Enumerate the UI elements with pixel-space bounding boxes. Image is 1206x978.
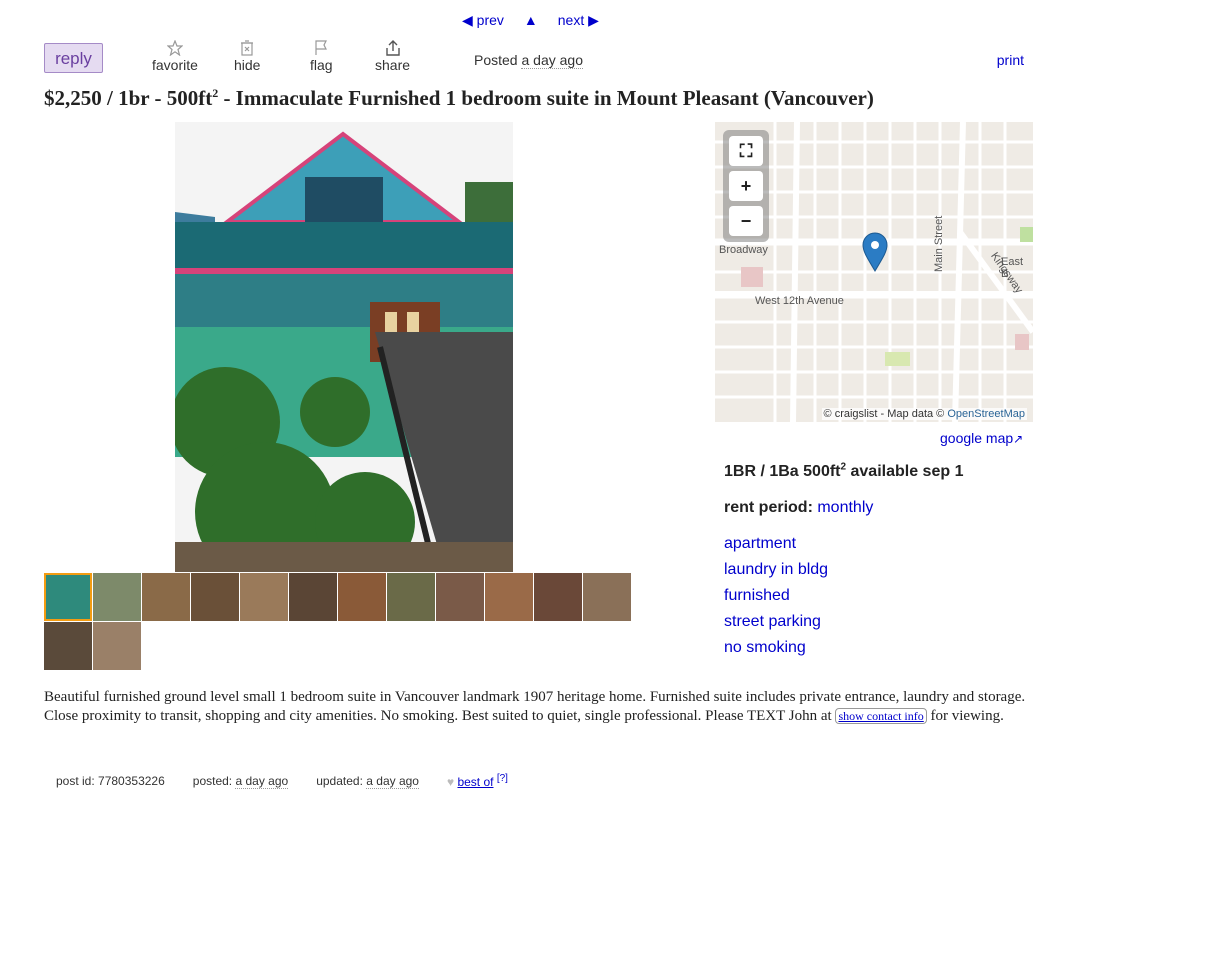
updated-date: updated: a day ago (316, 774, 419, 789)
map-controls: ⛶ + − (723, 130, 769, 242)
thumbnail[interactable] (240, 573, 288, 621)
fullscreen-icon[interactable]: ⛶ (729, 136, 763, 166)
thumbnail[interactable] (436, 573, 484, 621)
attribute-list: apartment laundry in bldg furnished stre… (724, 535, 963, 657)
share-label: share (375, 57, 411, 73)
thumbnail[interactable] (93, 622, 141, 670)
body-text-end: for viewing. (926, 708, 1004, 724)
thumbnail[interactable] (44, 573, 92, 621)
rent-period-value[interactable]: monthly (817, 499, 873, 516)
thumbnail[interactable] (44, 622, 92, 670)
map-marker-icon (862, 232, 888, 272)
housing-summary: 1BR / 1Ba 500ft2 available sep 1 (724, 462, 963, 481)
thumbnail[interactable] (485, 573, 533, 621)
favorite-button[interactable]: favorite (152, 40, 198, 73)
best-of: ♥ best of [?] (447, 773, 508, 789)
map-label-main-street: Main Street (933, 215, 945, 272)
location-map[interactable]: Broadway West 12th Avenue Main Street Ki… (715, 122, 1033, 422)
attribute-furnished[interactable]: furnished (724, 587, 963, 605)
google-map-label: google map (940, 430, 1014, 446)
attribution-text: © craigslist - Map data © (823, 408, 945, 420)
attribute-apartment[interactable]: apartment (724, 535, 963, 553)
best-of-link[interactable]: best of (457, 775, 493, 789)
title-location: (Vancouver) (758, 86, 874, 110)
posting-body: Beautiful furnished ground level small 1… (44, 688, 1029, 726)
rent-period-label: rent period: (724, 499, 813, 517)
map-attribution: © craigslist - Map data © OpenStreetMap (821, 408, 1027, 420)
external-link-icon: ↗ (1013, 432, 1024, 446)
title-text: - Immaculate Furnished 1 bedroom suite i… (218, 86, 759, 110)
attribute-smoking[interactable]: no smoking (724, 639, 963, 657)
openstreetmap-link[interactable]: OpenStreetMap (947, 408, 1025, 420)
zoom-out-icon[interactable]: − (729, 206, 763, 236)
thumbnail[interactable] (289, 573, 337, 621)
thumbnail[interactable] (93, 573, 141, 621)
flag-button[interactable]: flag (310, 40, 333, 73)
posting-info: post id: 7780353226 posted: a day ago up… (56, 773, 508, 789)
attribute-group: 1BR / 1Ba 500ft2 available sep 1 rent pe… (724, 462, 963, 665)
updated-value: a day ago (366, 774, 419, 789)
updated-label: updated: (316, 774, 363, 788)
next-link[interactable]: next ▶ (558, 12, 599, 29)
reply-button[interactable]: reply (44, 43, 103, 73)
star-icon (166, 40, 183, 56)
rent-period: rent period: monthly (724, 499, 963, 517)
map-label-12th-avenue: West 12th Avenue (755, 295, 844, 307)
favorite-label: favorite (152, 57, 198, 73)
thumbnail[interactable] (534, 573, 582, 621)
map-label-broadway: Broadway (719, 244, 768, 256)
share-icon (385, 40, 400, 56)
show-contact-info-button[interactable]: show contact info (835, 708, 927, 724)
posted-date: posted: a day ago (192, 774, 289, 789)
hide-label: hide (234, 57, 261, 73)
flag-label: flag (310, 57, 333, 73)
thumbnail[interactable] (191, 573, 239, 621)
posted-prefix: Posted (474, 52, 518, 68)
prev-link[interactable]: ◀ prev (462, 12, 504, 29)
thumbnail[interactable] (142, 573, 190, 621)
thumbnail[interactable] (338, 573, 386, 621)
print-link[interactable]: print (997, 52, 1024, 68)
map-label-east-broadway: East B (1001, 256, 1024, 280)
share-button[interactable]: share (375, 40, 410, 73)
thumbnail[interactable] (583, 573, 631, 621)
posted-time: Posted a day ago (474, 52, 583, 69)
post-navigation: ◀ prev ▲ next ▶ (462, 12, 599, 29)
heart-icon: ♥ (446, 775, 455, 789)
hide-button[interactable]: hide (234, 40, 260, 73)
trash-icon (241, 40, 254, 56)
main-photo[interactable] (175, 122, 513, 572)
attribute-laundry[interactable]: laundry in bldg (724, 561, 963, 579)
photo-thumbnails (44, 573, 644, 670)
price: $2,250 (44, 86, 102, 110)
posted-value: a day ago (235, 774, 289, 789)
available-date: available sep 1 (846, 463, 964, 481)
attribute-parking[interactable]: street parking (724, 613, 963, 631)
flag-icon (315, 40, 328, 55)
posted-label: posted: (192, 774, 233, 788)
up-link[interactable]: ▲ (524, 12, 538, 29)
google-map-link[interactable]: google map↗ (940, 430, 1023, 446)
action-bar: reply favorite hide flag share Posted a … (44, 40, 1024, 76)
bed-bath-size: 1BR / 1Ba 500ft (724, 463, 841, 481)
thumbnail[interactable] (387, 573, 435, 621)
post-id: post id: 7780353226 (56, 774, 165, 788)
posted-when: a day ago (521, 52, 583, 69)
zoom-in-icon[interactable]: + (729, 171, 763, 201)
best-of-help-link[interactable]: [?] (497, 773, 508, 784)
housing: / 1br - 500ft (101, 86, 213, 110)
posting-title: $2,250 / 1br - 500ft2 - Immaculate Furni… (44, 86, 874, 111)
